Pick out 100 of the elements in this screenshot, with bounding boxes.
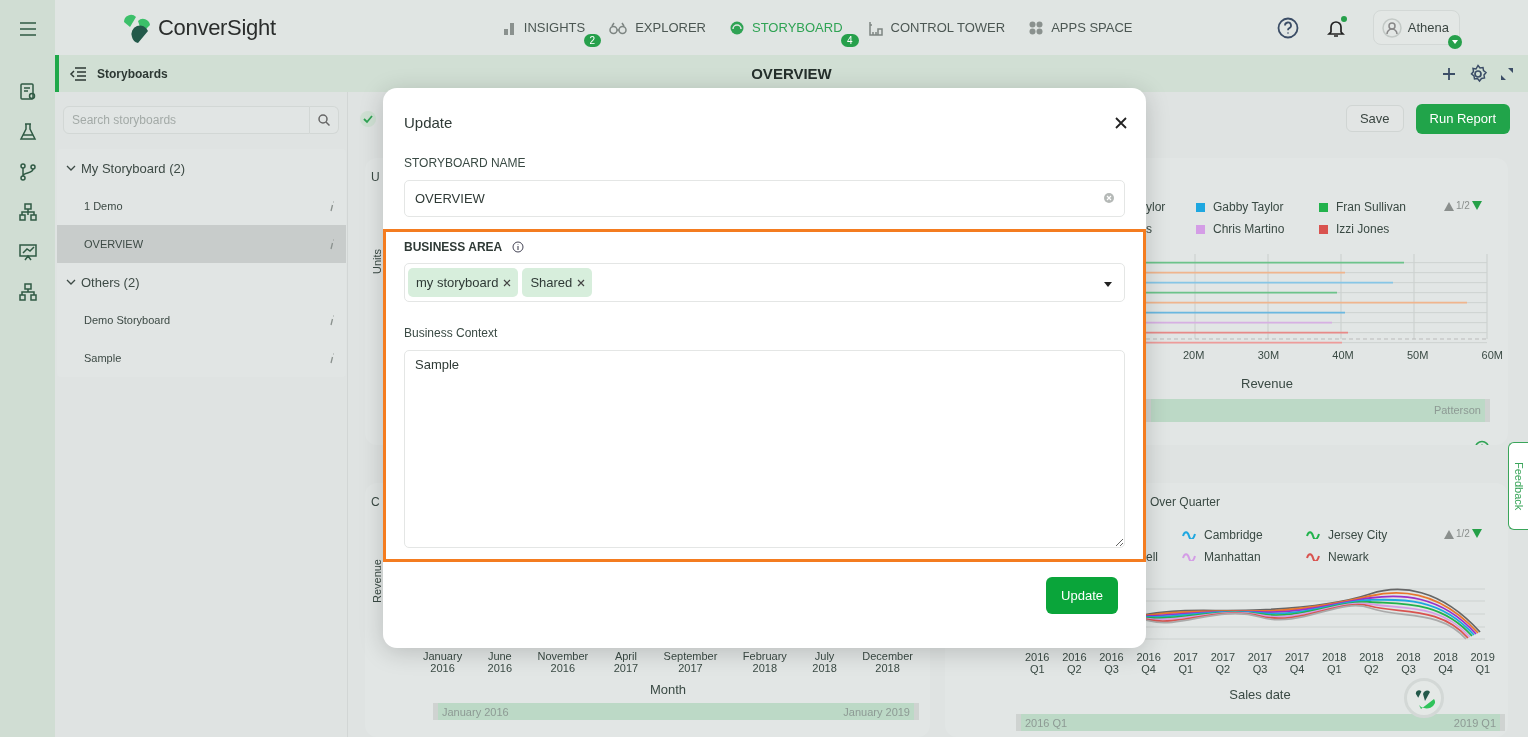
remove-icon <box>503 278 512 287</box>
tree-group[interactable]: Others (2) <box>57 263 346 301</box>
legend-label: Manhattan <box>1204 550 1261 564</box>
chevron-icon[interactable] <box>66 163 76 173</box>
avatar-icon <box>1381 17 1402 38</box>
remove-tag-button[interactable] <box>503 278 512 287</box>
legend-label: Izzi Jones <box>1336 222 1390 236</box>
grid-dots-icon <box>1029 20 1044 35</box>
x-tick-label: 2016 Q2 <box>1062 652 1087 676</box>
legend-label: s <box>1146 222 1152 236</box>
tree-group[interactable]: My Storyboard (2) <box>57 149 346 187</box>
presentation-icon[interactable] <box>18 243 37 261</box>
dropdown-caret-icon[interactable] <box>1104 281 1112 288</box>
chart-title: U <box>371 170 381 184</box>
page-indicator: 1/2 <box>1456 200 1470 211</box>
expand-icon[interactable] <box>1500 66 1514 81</box>
hierarchy-icon[interactable] <box>18 203 37 221</box>
close-icon <box>1114 115 1128 130</box>
y-axis-label: Units <box>371 249 384 275</box>
storyboard-item[interactable]: OVERVIEW <box>57 225 346 263</box>
report-icon[interactable] <box>18 83 37 101</box>
legend-label: Fran Sullivan <box>1336 200 1407 214</box>
y-axis-label: Revenue <box>371 559 384 604</box>
menu-icon[interactable] <box>18 22 37 36</box>
x-tick-label: 2017 Q2 <box>1210 652 1236 676</box>
notification-bell-icon[interactable] <box>1326 17 1345 38</box>
x-tick-label: 2016 Q3 <box>1099 652 1124 676</box>
hierarchy-icon[interactable] <box>18 283 37 301</box>
name-field[interactable]: OVERVIEW <box>404 180 1125 217</box>
legend-label: Newark <box>1328 550 1369 564</box>
nav-tab[interactable]: EXPLORER <box>609 20 706 35</box>
x-axis-label: Sales date <box>1229 687 1291 703</box>
x-tick-label: 2016 Q1 <box>1025 652 1050 676</box>
collapse-menu-icon[interactable] <box>69 66 87 81</box>
save-button[interactable]: Save <box>1345 105 1404 132</box>
gauge-icon <box>730 20 744 35</box>
x-tick-label: 2018 Q4 <box>1433 652 1458 676</box>
dialog-title: Update <box>404 114 453 131</box>
legend-label: Gabby Taylor <box>1213 200 1284 214</box>
storyboard-item[interactable]: 1 Demo <box>57 187 346 225</box>
logo-icon <box>122 12 152 43</box>
storyboard-name: Demo Storyboard <box>84 314 171 326</box>
caret-icon <box>1448 35 1462 49</box>
x-tick-label: 2018 Q1 <box>1322 652 1347 676</box>
x-tick-label: 2017 Q3 <box>1247 652 1273 676</box>
legend-label: ell <box>1146 550 1158 564</box>
business-area-select[interactable]: my storyboard Shared <box>404 263 1125 302</box>
settings-icon[interactable] <box>1468 63 1488 84</box>
chart-title: C <box>371 495 381 509</box>
field-label: STORYBOARD NAME <box>404 156 527 170</box>
storyboard-name: Sample <box>84 352 122 364</box>
nav-tab[interactable]: APPS SPACE <box>1029 20 1133 35</box>
tag-chip: Shared <box>522 268 593 297</box>
nav-tab[interactable]: INSIGHTS <box>501 20 586 35</box>
range-label: January 2019 <box>843 705 910 718</box>
remove-tag-button[interactable] <box>577 278 586 287</box>
x-tick-label: June 2016 <box>487 651 513 675</box>
x-tick-label: 20M <box>1183 350 1205 362</box>
chevron-icon[interactable] <box>66 277 76 287</box>
plus-icon[interactable] <box>1442 66 1456 81</box>
storyboard-item[interactable]: Sample <box>57 339 346 377</box>
brand-name: ConverSight <box>158 14 276 41</box>
help-icon[interactable] <box>1276 16 1299 39</box>
checkbox[interactable] <box>360 110 376 127</box>
search-button[interactable] <box>310 106 339 134</box>
storyboard-name: 1 Demo <box>84 200 123 212</box>
storyboard-title: OVERVIEW <box>751 65 832 82</box>
panel-title: Storyboards <box>97 66 168 81</box>
x-tick-label: 2016 Q4 <box>1136 652 1161 676</box>
legend-label: Jersey City <box>1328 528 1388 542</box>
range-slider[interactable] <box>1151 398 1485 422</box>
business-context-field[interactable]: Sample <box>404 350 1125 548</box>
x-tick-label: 30M <box>1257 350 1280 362</box>
legend-label: Chris Martino <box>1213 222 1285 236</box>
page-up-icon[interactable] <box>1444 200 1454 211</box>
range-label: 2019 Q1 <box>1453 716 1496 729</box>
search-field[interactable]: Search storyboards <box>63 106 310 134</box>
range-slider[interactable] <box>438 703 914 721</box>
x-axis-label: Month <box>649 682 687 698</box>
nav-tab[interactable]: CONTROL TOWER <box>866 19 1006 36</box>
x-tick-label: 2019 Q1 <box>1470 652 1495 676</box>
branch-icon[interactable] <box>18 163 37 181</box>
close-button[interactable] <box>1114 115 1128 130</box>
x-tick-label: 50M <box>1406 350 1429 362</box>
search-icon <box>318 114 330 126</box>
page-down-icon[interactable] <box>1471 200 1482 211</box>
storyboard-item[interactable]: Demo Storyboard <box>57 301 346 339</box>
page-up-icon[interactable] <box>1444 528 1454 539</box>
range-label: Patterson <box>1433 404 1481 417</box>
x-tick-label: July 2018 <box>812 651 837 675</box>
tower-icon <box>866 19 883 36</box>
bar-chart-icon <box>501 20 516 35</box>
field-label: Business Context <box>404 326 499 340</box>
x-tick-label: 2018 Q2 <box>1359 652 1384 676</box>
page-down-icon[interactable] <box>1471 528 1482 539</box>
flask-icon[interactable] <box>18 123 37 141</box>
tag-chip: my storyboard <box>408 268 519 297</box>
range-slider[interactable] <box>1021 714 1500 732</box>
x-axis-label: Revenue <box>1241 375 1294 391</box>
legend-label: ylor <box>1146 200 1166 214</box>
